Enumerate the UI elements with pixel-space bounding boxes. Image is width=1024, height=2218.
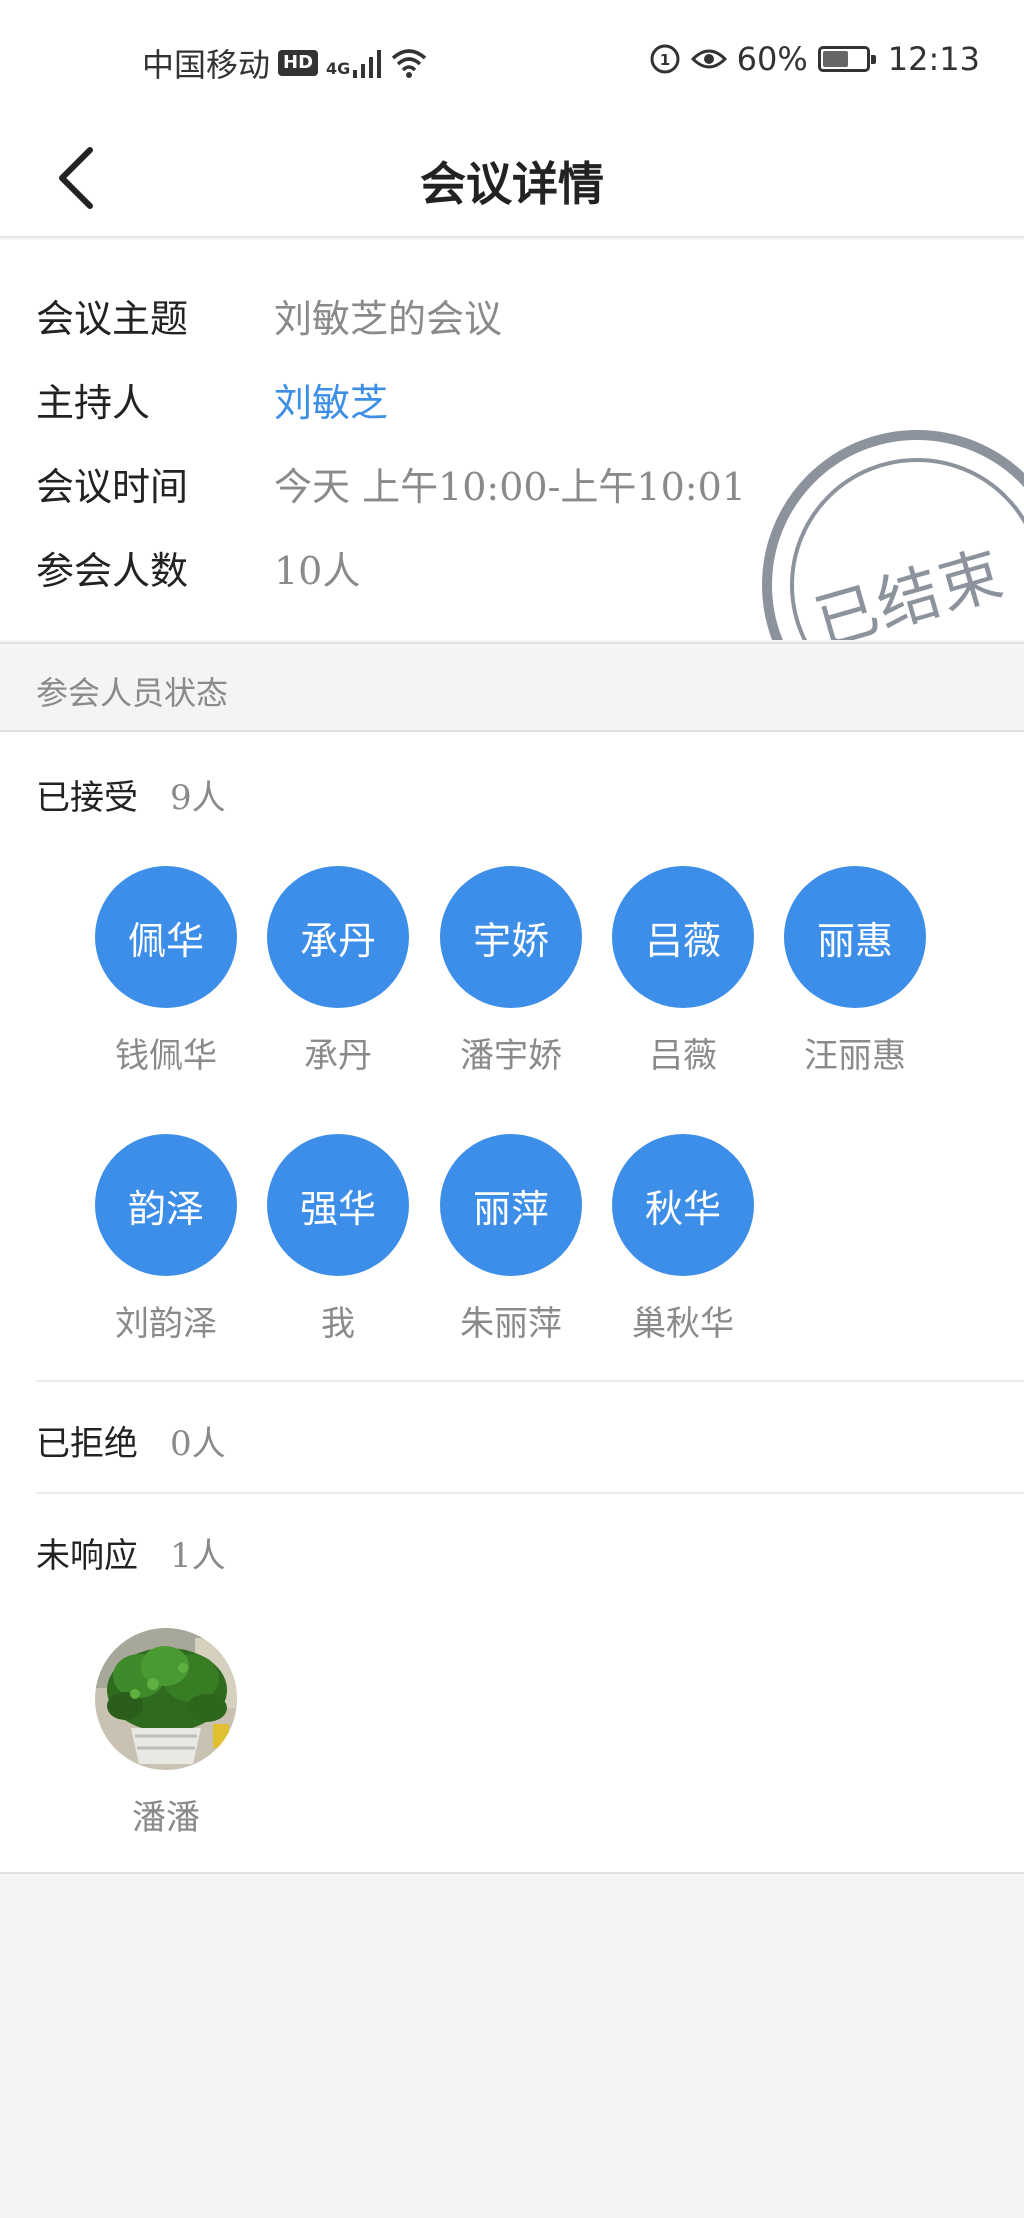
time-value: 今天 上午10:00-上午10:01 [274, 465, 746, 509]
member-name: 吕薇 [649, 1036, 717, 1076]
attendee-status-header: 参会人员状态 [0, 642, 1024, 732]
member-name: 钱佩华 [115, 1036, 217, 1076]
member-item[interactable]: 丽萍 朱丽萍 [431, 1134, 591, 1345]
member-name: 承丹 [304, 1036, 372, 1076]
time-row: 会议时间 今天 上午10:00-上午10:01 [36, 456, 746, 511]
divider [36, 1492, 1024, 1494]
member-item[interactable]: 潘潘 [86, 1628, 246, 1839]
accepted-label: 已接受 [36, 778, 138, 818]
rejected-group-title: 已拒绝 0人 [36, 1416, 226, 1465]
meeting-info-section: 会议主题 刘敏芝的会议 主持人 刘敏芝 会议时间 今天 上午10:00-上午10… [0, 240, 1024, 640]
avatar[interactable]: 丽惠 [784, 866, 926, 1008]
network-label: 4G [326, 59, 351, 78]
avatar[interactable]: 承丹 [267, 866, 409, 1008]
wifi-icon [392, 49, 427, 78]
member-name: 巢秋华 [632, 1304, 734, 1344]
no-response-label: 未响应 [36, 1536, 138, 1576]
avatar[interactable]: 强华 [267, 1134, 409, 1276]
data-saver-icon: 1 [650, 44, 680, 74]
page-title: 会议详情 [420, 157, 604, 211]
member-item[interactable]: 强华 我 [258, 1134, 418, 1345]
member-name: 潘宇娇 [460, 1036, 562, 1076]
avatar[interactable]: 丽萍 [440, 1134, 582, 1276]
no-response-count: 1人 [170, 1536, 226, 1576]
member-name: 朱丽萍 [460, 1304, 562, 1344]
signal-icon: 4G [326, 48, 383, 78]
plant-photo-avatar[interactable] [95, 1628, 237, 1770]
time-label: 会议时间 [36, 465, 189, 509]
attendee-status-section: 已接受 9人 佩华 钱佩华 承丹 承丹 宇娇 潘宇娇 吕薇 吕薇 丽惠 汪丽惠 … [0, 732, 1024, 1874]
count-value: 10人 [274, 549, 361, 593]
member-item[interactable]: 佩华 钱佩华 [86, 866, 246, 1077]
avatar[interactable]: 佩华 [95, 866, 237, 1008]
nav-bar: 会议详情 [0, 118, 1024, 238]
battery-icon [817, 46, 876, 72]
carrier-label: 中国移动 [142, 46, 271, 84]
signal-bars-icon [353, 50, 382, 78]
member-item[interactable]: 宇娇 潘宇娇 [431, 866, 591, 1077]
accepted-group-title: 已接受 9人 [36, 770, 226, 819]
plant-photo-image [95, 1628, 237, 1770]
status-left: 中国移动 HD 4G [142, 40, 427, 86]
topic-value: 刘敏芝的会议 [274, 297, 503, 341]
host-row: 主持人 刘敏芝 [36, 372, 388, 427]
hd-badge: HD [278, 50, 319, 76]
member-name: 汪丽惠 [804, 1036, 906, 1076]
member-item[interactable]: 韵泽 刘韵泽 [86, 1134, 246, 1345]
member-name: 刘韵泽 [115, 1304, 217, 1344]
section-title: 参会人员状态 [36, 674, 229, 712]
member-item[interactable]: 吕薇 吕薇 [603, 866, 763, 1077]
member-name: 我 [321, 1304, 355, 1344]
member-name: 潘潘 [132, 1798, 200, 1838]
divider [36, 1380, 1024, 1382]
count-label: 参会人数 [36, 549, 189, 593]
accepted-count: 9人 [170, 778, 226, 818]
no-response-group-title: 未响应 1人 [36, 1528, 226, 1577]
clock-time: 12:13 [887, 40, 980, 78]
status-bar: 中国移动 HD 4G 1 60% 12:13 [0, 0, 1024, 118]
status-right: 1 60% 12:13 [649, 40, 980, 78]
eye-comfort-icon [690, 49, 727, 69]
member-item[interactable]: 承丹 承丹 [258, 866, 418, 1077]
topic-label: 会议主题 [36, 297, 189, 341]
battery-fill [822, 51, 848, 67]
avatar[interactable]: 韵泽 [95, 1134, 237, 1276]
avatar[interactable]: 秋华 [612, 1134, 754, 1276]
battery-percent: 60% [736, 40, 808, 78]
host-link[interactable]: 刘敏芝 [274, 372, 388, 427]
host-label: 主持人 [36, 381, 151, 425]
svg-text:1: 1 [659, 51, 669, 69]
count-row: 参会人数 10人 [36, 540, 360, 595]
rejected-count: 0人 [170, 1424, 226, 1464]
avatar[interactable]: 宇娇 [440, 866, 582, 1008]
avatar[interactable]: 吕薇 [612, 866, 754, 1008]
member-item[interactable]: 丽惠 汪丽惠 [775, 866, 935, 1077]
topic-row: 会议主题 刘敏芝的会议 [36, 288, 502, 343]
rejected-label: 已拒绝 [36, 1424, 138, 1464]
member-item[interactable]: 秋华 巢秋华 [603, 1134, 763, 1345]
